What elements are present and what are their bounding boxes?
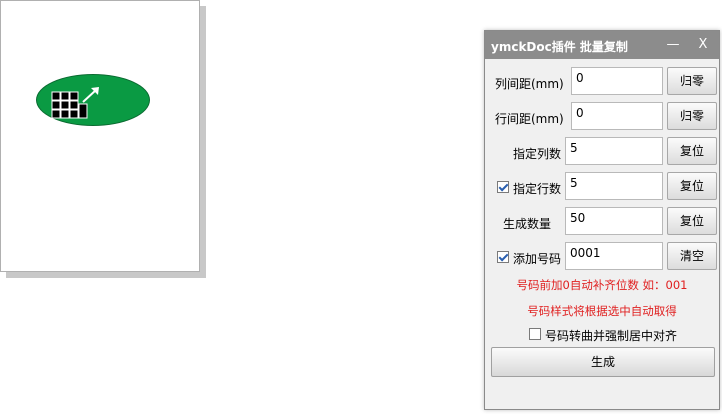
- dialog-title: ymckDoc插件 批量复制: [491, 40, 628, 54]
- close-button[interactable]: X: [693, 35, 713, 55]
- row-spacing-reset-button[interactable]: 归零: [667, 102, 717, 130]
- minimize-button[interactable]: —: [663, 35, 683, 55]
- add-number-clear-button[interactable]: 清空: [667, 242, 717, 270]
- col-spacing-input[interactable]: 0: [571, 67, 663, 95]
- row-count-label: 指定行数: [513, 182, 562, 196]
- dialog-titlebar[interactable]: ymckDoc插件 批量复制 — X: [485, 31, 719, 59]
- col-spacing-label: 列间距(mm): [495, 77, 564, 91]
- hint-style-auto: 号码样式将根据选中自动取得: [527, 304, 677, 318]
- hint-pad-zero: 号码前加0自动补齐位数 如：001: [516, 278, 688, 292]
- gen-count-reset-button[interactable]: 复位: [667, 207, 717, 235]
- row-spacing-label: 行间距(mm): [495, 112, 564, 126]
- add-number-input[interactable]: 0001: [565, 242, 663, 270]
- generate-button[interactable]: 生成: [491, 347, 715, 377]
- add-number-checkbox[interactable]: [497, 251, 509, 263]
- batch-copy-dialog: ymckDoc插件 批量复制 — X 列间距(mm) 0 归零 行间距(mm) …: [484, 30, 720, 410]
- row-count-checkbox[interactable]: [497, 181, 509, 193]
- curve-center-checkbox[interactable]: [529, 328, 541, 340]
- row-count-reset-button[interactable]: 复位: [667, 172, 717, 200]
- gen-count-input[interactable]: 50: [565, 207, 663, 235]
- curve-center-label: 号码转曲并强制居中对齐: [545, 329, 678, 343]
- grid-copy-icon: [51, 87, 99, 119]
- row-count-input[interactable]: 5: [565, 172, 663, 200]
- gen-count-label: 生成数量: [503, 217, 552, 231]
- col-count-reset-button[interactable]: 复位: [667, 137, 717, 165]
- document-page[interactable]: [0, 0, 200, 272]
- add-number-label: 添加号码: [513, 252, 562, 266]
- col-count-input[interactable]: 5: [565, 137, 663, 165]
- row-spacing-input[interactable]: 0: [571, 102, 663, 130]
- col-count-label: 指定列数: [513, 147, 562, 161]
- col-spacing-reset-button[interactable]: 归零: [667, 67, 717, 95]
